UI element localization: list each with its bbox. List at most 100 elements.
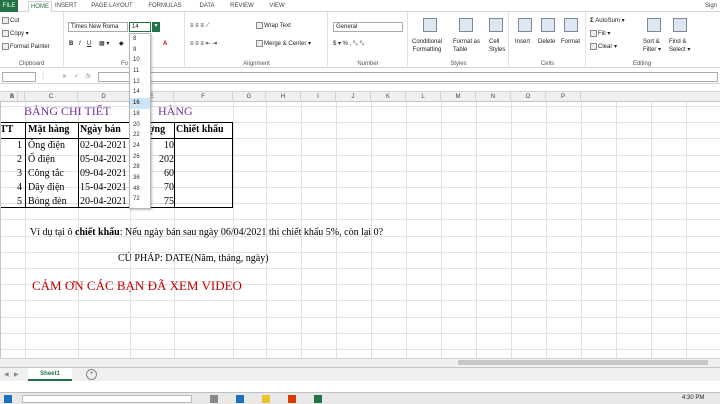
delete-cells-icon[interactable] [541, 18, 555, 32]
file-explorer-icon[interactable] [262, 395, 270, 403]
sign-in-link[interactable]: Sign [702, 1, 720, 12]
insert-function-icon[interactable]: fx [86, 73, 91, 81]
font-color-icon[interactable]: A [163, 40, 167, 48]
font-size-option[interactable]: 22 [130, 130, 150, 141]
format-cells-icon[interactable] [564, 18, 578, 32]
conditional-formatting-icon[interactable] [423, 18, 437, 32]
clear-button[interactable]: Clear ▾ [590, 43, 617, 51]
formula-input[interactable] [98, 72, 718, 82]
table-cell[interactable]: 02-04-2021 [80, 139, 130, 153]
column-header-i[interactable]: I [301, 92, 336, 102]
autosum-button[interactable]: Σ AutoSum ▾ [590, 17, 625, 25]
edge-icon[interactable] [236, 395, 244, 403]
column-header-h[interactable]: H [266, 92, 301, 102]
find-select-button[interactable]: Find & Select ▾ [669, 38, 690, 54]
cancel-icon[interactable]: ✕ [62, 73, 67, 81]
column-header-b[interactable]: B [0, 92, 25, 102]
delete-cells-button[interactable]: Delete [538, 38, 555, 46]
table-cell[interactable]: 20-04-2021 [80, 195, 130, 209]
font-size-dropdown-button[interactable]: ▾ [152, 22, 160, 32]
align-left-icon[interactable]: ≡ ≡ ≡ ⇤ ⇥ [190, 40, 217, 48]
bold-button[interactable]: B [69, 40, 73, 48]
table-cell[interactable]: 5 [0, 195, 22, 209]
cell-styles-icon[interactable] [489, 18, 503, 32]
table-cell[interactable]: 4 [0, 181, 22, 195]
table-cell[interactable]: 15-04-2021 [80, 181, 130, 195]
name-box[interactable] [2, 72, 36, 82]
sheet-prev-icon[interactable]: ◀ [4, 371, 9, 379]
font-size-option[interactable]: 10 [130, 55, 150, 66]
font-size-option[interactable]: 20 [130, 120, 150, 131]
tab-page-layout[interactable]: PAGE LAYOUT [88, 1, 136, 12]
sheet-next-icon[interactable]: ▶ [14, 371, 19, 379]
column-header-p[interactable]: P [546, 92, 581, 102]
powerpoint-icon[interactable] [288, 395, 296, 403]
column-header-o[interactable]: O [511, 92, 546, 102]
font-size-option[interactable]: 16 [130, 98, 150, 109]
enter-icon[interactable]: ✓ [74, 73, 79, 81]
conditional-formatting-button[interactable]: Conditional Formatting [412, 38, 442, 54]
tab-file[interactable]: FILE [0, 0, 18, 12]
format-as-table-button[interactable]: Format as Table [453, 38, 480, 54]
table-cell[interactable]: 05-04-2021 [80, 153, 130, 167]
number-format-box[interactable]: General [333, 22, 403, 32]
column-header-l[interactable]: L [406, 92, 441, 102]
font-size-option[interactable]: 14 [130, 87, 150, 98]
font-name-box[interactable]: Times New Roma [68, 22, 128, 32]
tab-view[interactable]: VIEW [266, 1, 288, 12]
font-size-box[interactable]: 14 [129, 22, 151, 32]
worksheet-grid[interactable]: BẢNG CHI TIẾT HÀNG TT Mặt hàng Ngày bán … [0, 102, 720, 358]
column-header-d[interactable]: D [78, 92, 130, 102]
table-cell[interactable]: 2 [0, 153, 22, 167]
find-select-icon[interactable] [673, 18, 687, 32]
font-size-option[interactable]: 24 [130, 141, 150, 152]
column-header-g[interactable]: G [233, 92, 266, 102]
table-cell[interactable]: 3 [0, 167, 22, 181]
table-cell[interactable]: Dây điện [28, 181, 78, 195]
italic-button[interactable]: I [79, 40, 81, 48]
column-header-c[interactable]: C [25, 92, 78, 102]
tab-formulas[interactable]: FORMULAS [146, 1, 184, 12]
currency-icon[interactable]: $ ▾ % , ⁰₀ ⁰₀ [333, 40, 364, 48]
table-cell[interactable]: Ổ điện [28, 153, 78, 167]
table-cell[interactable]: 1 [0, 139, 22, 153]
task-view-icon[interactable] [210, 395, 218, 403]
taskbar-search-box[interactable] [22, 395, 192, 403]
font-size-option[interactable]: 26 [130, 152, 150, 163]
font-size-option[interactable]: 11 [130, 66, 150, 77]
format-cells-button[interactable]: Format [561, 38, 580, 46]
table-cell[interactable]: Bóng đèn [28, 195, 78, 209]
cell-styles-button[interactable]: Cell Styles [489, 38, 505, 54]
wrap-text-button[interactable]: Wrap Text [256, 22, 291, 30]
font-size-option[interactable]: 12 [130, 77, 150, 88]
insert-cells-button[interactable]: Insert [515, 38, 530, 46]
font-size-option[interactable]: 9 [130, 45, 150, 56]
tab-data[interactable]: DATA [196, 1, 218, 12]
tab-review[interactable]: REVIEW [228, 1, 256, 12]
table-cell[interactable]: Công tắc [28, 167, 78, 181]
merge-center-button[interactable]: Merge & Center ▾ [256, 40, 311, 48]
align-top-icon[interactable]: ≡ ≡ ≡ ⟋ [190, 22, 210, 30]
sort-filter-button[interactable]: Sort & Filter ▾ [643, 38, 661, 54]
start-icon[interactable] [4, 395, 12, 403]
fill-button[interactable]: Fill ▾ [590, 30, 610, 38]
font-size-option[interactable]: 18 [130, 109, 150, 120]
font-size-option[interactable]: 72 [130, 194, 150, 205]
column-header-k[interactable]: K [371, 92, 406, 102]
format-painter-button[interactable]: Format Painter [2, 43, 50, 51]
font-size-option[interactable]: 48 [130, 184, 150, 195]
cut-button[interactable]: Cut [2, 17, 19, 25]
sheet-tab-sheet1[interactable]: Sheet1 [28, 368, 72, 381]
font-size-option[interactable]: 36 [130, 173, 150, 184]
table-cell[interactable]: 09-04-2021 [80, 167, 130, 181]
font-size-option[interactable]: 28 [130, 162, 150, 173]
borders-button[interactable]: ▦ ▾ [99, 40, 109, 48]
column-header-n[interactable]: N [476, 92, 511, 102]
format-as-table-icon[interactable] [459, 18, 473, 32]
font-size-dropdown-list[interactable]: 8 9 10 11 12 14 16 18 20 22 24 26 28 36 48 72 [129, 33, 151, 209]
column-header-f[interactable]: F [174, 92, 233, 102]
tab-insert[interactable]: INSERT [54, 1, 78, 12]
sort-filter-icon[interactable] [647, 18, 661, 32]
insert-cells-icon[interactable] [518, 18, 532, 32]
clock[interactable]: 4:30 PM [682, 394, 704, 402]
